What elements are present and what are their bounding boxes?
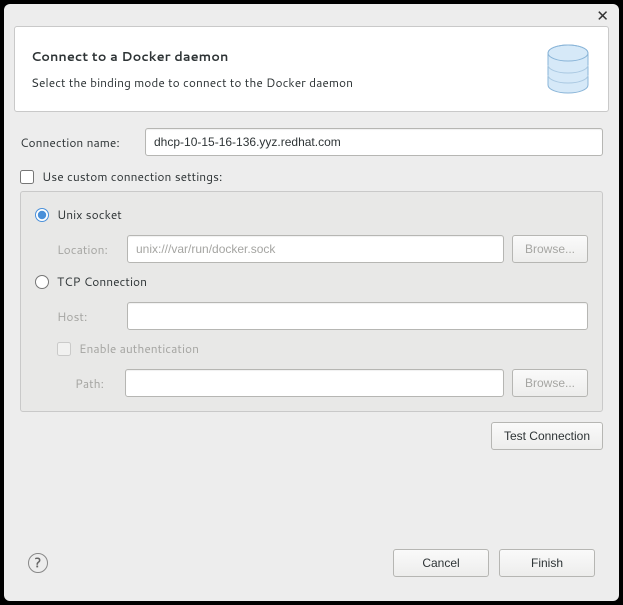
connection-name-label: Connection name: <box>20 134 145 151</box>
page-title: Connect to a Docker daemon <box>31 48 532 66</box>
use-custom-checkbox[interactable] <box>20 170 34 184</box>
tcp-radio[interactable] <box>35 275 49 289</box>
dialog-window: ✕ Connect to a Docker daemon Select the … <box>4 4 619 601</box>
form-area: Connection name: Use custom connection s… <box>14 128 609 450</box>
path-input <box>125 369 504 397</box>
close-icon[interactable]: ✕ <box>596 8 609 23</box>
location-label: Location: <box>57 241 127 258</box>
unix-socket-label: Unix socket <box>57 206 122 223</box>
titlebar: ✕ <box>4 4 619 26</box>
footer: ? Cancel Finish <box>14 539 609 591</box>
database-icon <box>544 41 592 97</box>
test-connection-row: Test Connection <box>20 422 603 450</box>
enable-auth-checkbox <box>57 342 71 356</box>
connection-name-row: Connection name: <box>20 128 603 156</box>
finish-button[interactable]: Finish <box>499 549 595 577</box>
use-custom-label: Use custom connection settings: <box>42 168 222 185</box>
location-input <box>127 235 504 263</box>
path-row: Path: Browse... <box>35 369 588 397</box>
tcp-row: TCP Connection <box>35 273 588 290</box>
test-connection-button[interactable]: Test Connection <box>491 422 603 450</box>
header-panel: Connect to a Docker daemon Select the bi… <box>14 26 609 112</box>
browse-path-button: Browse... <box>512 369 588 397</box>
use-custom-row: Use custom connection settings: <box>20 168 603 185</box>
enable-auth-row: Enable authentication <box>35 340 588 357</box>
unix-socket-radio[interactable] <box>35 208 49 222</box>
path-label: Path: <box>75 375 125 392</box>
host-input <box>127 302 588 330</box>
browse-location-button: Browse... <box>512 235 588 263</box>
host-label: Host: <box>57 308 127 325</box>
location-row: Location: Browse... <box>35 235 588 263</box>
host-row: Host: <box>35 302 588 330</box>
header-text: Connect to a Docker daemon Select the bi… <box>31 48 532 91</box>
spacer <box>14 450 609 539</box>
help-icon[interactable]: ? <box>28 553 48 573</box>
enable-auth-label: Enable authentication <box>79 340 199 357</box>
unix-socket-row: Unix socket <box>35 206 588 223</box>
connection-name-input[interactable] <box>145 128 603 156</box>
cancel-button[interactable]: Cancel <box>393 549 489 577</box>
page-subtitle: Select the binding mode to connect to th… <box>31 74 532 91</box>
tcp-label: TCP Connection <box>57 273 147 290</box>
dialog-content: Connect to a Docker daemon Select the bi… <box>4 26 619 601</box>
connection-settings-group: Unix socket Location: Browse... TCP Conn… <box>20 191 603 412</box>
